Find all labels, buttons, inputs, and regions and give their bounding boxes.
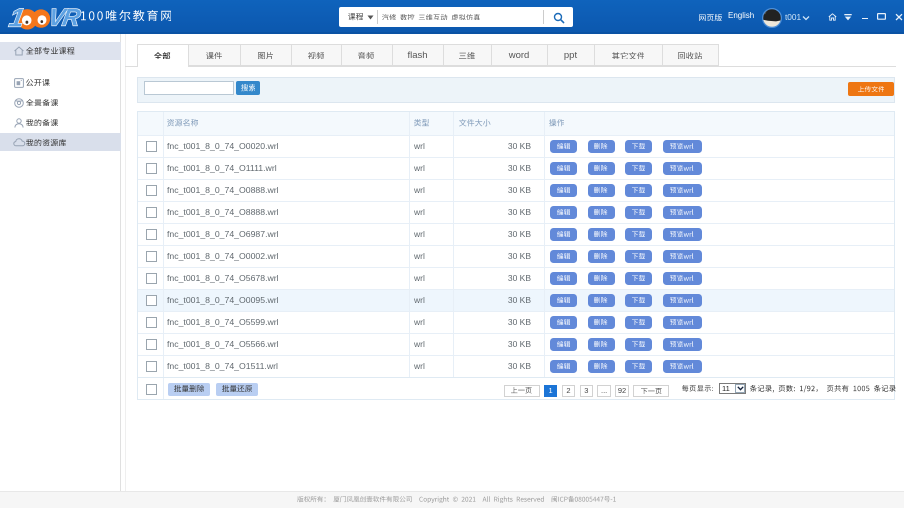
svg-text:VR: VR (46, 5, 83, 32)
